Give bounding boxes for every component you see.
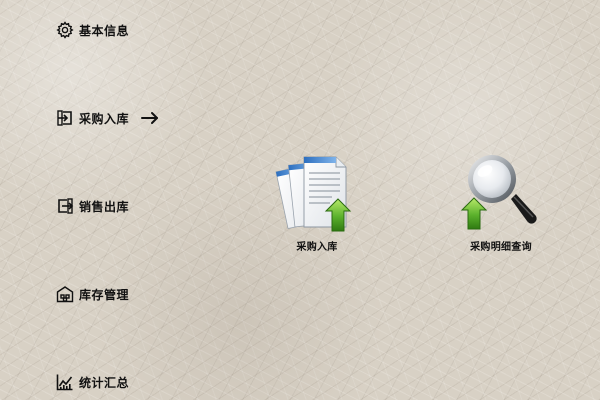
sidebar-item-basic-info[interactable]: 基本信息: [56, 19, 129, 41]
tile-label: 采购入库: [296, 242, 338, 253]
sidebar-item-label: 库存管理: [79, 287, 130, 302]
arrow-right-icon: [141, 111, 159, 125]
tile-purchase-detail-query[interactable]: 采购明细查询: [446, 153, 556, 253]
sidebar-item-label: 基本信息: [79, 23, 130, 38]
sidebar-item-label: 采购入库: [79, 111, 130, 126]
magnifier-upload-icon: [456, 153, 546, 235]
sidebar-item-label: 统计汇总: [79, 375, 130, 390]
sidebar-item-statistics[interactable]: 统计汇总: [56, 371, 129, 393]
tile-purchase-in[interactable]: 采购入库: [262, 153, 372, 253]
sign-out-icon: [56, 197, 74, 215]
gear-icon: [56, 21, 74, 39]
sign-in-icon: [56, 109, 74, 127]
warehouse-icon: [56, 285, 74, 303]
sidebar-item-purchase-in[interactable]: 采购入库: [56, 107, 159, 129]
documents-upload-icon: [272, 153, 362, 235]
sidebar-item-label: 销售出库: [79, 199, 130, 214]
line-chart-icon: [56, 373, 74, 391]
sidebar-item-sales-out[interactable]: 销售出库: [56, 195, 129, 217]
tile-label: 采购明细查询: [470, 242, 532, 253]
sidebar-item-inventory[interactable]: 库存管理: [56, 283, 129, 305]
